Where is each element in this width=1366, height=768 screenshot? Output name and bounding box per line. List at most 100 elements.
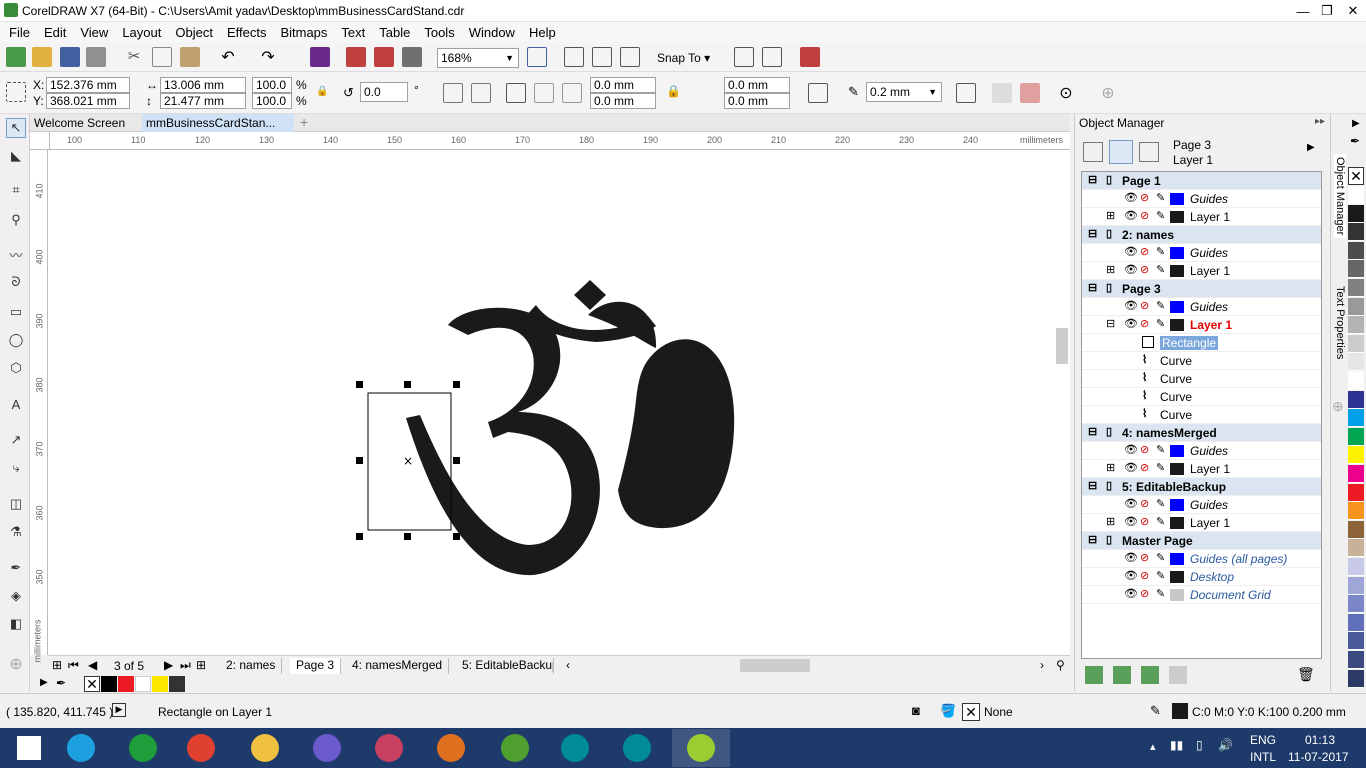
palette-swatch[interactable]: [1348, 465, 1364, 483]
palette-swatch[interactable]: [1348, 223, 1364, 242]
editable-pencil-icon[interactable]: ✎: [1156, 551, 1165, 564]
taskbar-utorrent-icon[interactable]: [486, 729, 544, 767]
printable-icon[interactable]: ⊘: [1140, 245, 1149, 258]
palette-swatch[interactable]: [1348, 372, 1364, 390]
tree-layer-row[interactable]: 👁 ⊘ ✎ Document Grid: [1082, 586, 1321, 604]
move-to-layer-icon[interactable]: [1169, 666, 1187, 684]
ellipse-tool-icon[interactable]: ◯: [6, 330, 26, 350]
doc-swatch-dark-gray[interactable]: [169, 676, 185, 692]
printable-icon[interactable]: ⊘: [1140, 317, 1149, 330]
layer-color-swatch[interactable]: [1170, 445, 1184, 457]
selection-handle[interactable]: [356, 381, 363, 388]
layer-color-swatch[interactable]: [1170, 319, 1184, 331]
battery-icon[interactable]: ▯: [1196, 738, 1203, 752]
page-tab-page-3[interactable]: Page 3: [290, 658, 342, 674]
object-origin-icon[interactable]: [6, 82, 26, 102]
palette-swatch[interactable]: [1348, 427, 1364, 446]
editable-pencil-icon[interactable]: ✎: [1156, 191, 1165, 204]
cut-icon[interactable]: ✂: [124, 47, 144, 67]
tree-page-row[interactable]: ⊟ ▯ 4: namesMerged: [1082, 424, 1321, 442]
selection-handle[interactable]: [404, 381, 411, 388]
tree-layer-row[interactable]: 👁 ⊘ ✎ Desktop: [1082, 568, 1321, 586]
collapse-icon[interactable]: ⊟: [1088, 533, 1097, 546]
eyedropper-tool-icon[interactable]: ✒: [6, 558, 26, 578]
doc-swatch-black[interactable]: [101, 676, 117, 692]
last-page-icon[interactable]: ⏭: [180, 658, 191, 673]
selection-handle[interactable]: [453, 381, 460, 388]
taskbar-store-icon[interactable]: [114, 729, 172, 767]
panel-expand-icon[interactable]: ▸▸: [1315, 116, 1325, 127]
visibility-eye-icon[interactable]: 👁: [1124, 587, 1138, 600]
tree-page-row[interactable]: ⊟ ▯ Page 3: [1082, 280, 1321, 298]
palette-swatch[interactable]: [1348, 669, 1364, 688]
palette-swatch[interactable]: [1348, 632, 1364, 651]
copy-icon[interactable]: [152, 47, 172, 67]
redo-icon[interactable]: ↷: [258, 47, 278, 67]
outline-width-select[interactable]: 0.2 mm ▼: [866, 82, 942, 102]
show-object-properties-icon[interactable]: [1083, 142, 1103, 162]
visibility-eye-icon[interactable]: 👁: [1124, 443, 1138, 456]
tree-object-row[interactable]: Rectangle: [1082, 334, 1321, 352]
tree-object-row[interactable]: ⌇ Curve: [1082, 406, 1321, 424]
snap-to-dropdown[interactable]: Snap To ▾: [657, 51, 710, 65]
corner-radius-bottom-right[interactable]: 0.0 mm: [724, 93, 790, 109]
new-document-icon[interactable]: [6, 47, 26, 67]
edit-across-layers-icon[interactable]: [1109, 140, 1133, 164]
convert-to-curves-icon[interactable]: ⊙: [1056, 83, 1076, 103]
menu-file[interactable]: File: [9, 25, 30, 40]
tree-layer-row[interactable]: 👁 ⊘ ✎ Guides: [1082, 298, 1321, 316]
application-launcher-icon[interactable]: [762, 47, 782, 67]
tree-page-row[interactable]: ⊟ ▯ 2: names: [1082, 226, 1321, 244]
visibility-eye-icon[interactable]: 👁: [1124, 551, 1138, 564]
zoom-level-select[interactable]: 168% ▼: [437, 48, 519, 68]
eyedropper-icon[interactable]: ✒: [56, 676, 66, 690]
page-tab-editable-backup[interactable]: 5: EditableBackup: [456, 658, 554, 674]
smart-fill-tool-icon[interactable]: ◧: [6, 614, 26, 634]
tree-layer-row[interactable]: 👁 ⊘ ✎ Guides: [1082, 244, 1321, 262]
editable-pencil-icon[interactable]: ✎: [1156, 497, 1165, 510]
collapse-icon[interactable]: ⊟: [1088, 281, 1097, 294]
vertical-ruler[interactable]: 410 400 390 380 370 360 350 millimeters: [30, 150, 48, 663]
menu-effects[interactable]: Effects: [227, 25, 267, 40]
layer-color-swatch[interactable]: [1170, 589, 1184, 601]
show-rulers-icon[interactable]: [564, 47, 584, 67]
visibility-eye-icon[interactable]: 👁: [1124, 245, 1138, 258]
new-master-layer-all-pages-icon[interactable]: [1141, 666, 1159, 684]
new-master-layer-icon[interactable]: [1113, 666, 1131, 684]
printable-icon[interactable]: ⊘: [1140, 443, 1149, 456]
lock-corners-icon[interactable]: 🔒: [666, 84, 681, 98]
visibility-eye-icon[interactable]: 👁: [1124, 263, 1138, 276]
zoom-icon[interactable]: ⚲: [1056, 658, 1065, 672]
expand-icon[interactable]: ⊟: [1106, 317, 1115, 330]
collapse-icon[interactable]: ⊟: [1088, 227, 1097, 240]
toolbar-options-icon[interactable]: [800, 47, 820, 67]
printable-icon[interactable]: ⊘: [1140, 191, 1149, 204]
menu-tools[interactable]: Tools: [424, 25, 454, 40]
pick-tool-icon[interactable]: ↖: [6, 118, 26, 138]
taskbar-arduino2-icon[interactable]: [608, 729, 666, 767]
show-guidelines-icon[interactable]: [620, 47, 640, 67]
first-page-icon[interactable]: ⏮: [68, 658, 79, 673]
tree-object-row[interactable]: ⌇ Curve: [1082, 370, 1321, 388]
delete-icon[interactable]: 🗑: [1297, 666, 1315, 683]
round-corner-icon[interactable]: [506, 83, 526, 103]
tree-object-row[interactable]: ⌇ Curve: [1082, 352, 1321, 370]
menu-layout[interactable]: Layout: [122, 25, 161, 40]
tree-layer-row[interactable]: 👁 ⊘ ✎ Guides: [1082, 190, 1321, 208]
freehand-tool-icon[interactable]: 〰: [6, 244, 26, 264]
connector-tool-icon[interactable]: ⤷: [6, 458, 26, 478]
palette-swatch[interactable]: [1348, 613, 1364, 632]
open-icon[interactable]: [32, 47, 52, 67]
mirror-horizontal-icon[interactable]: [443, 83, 463, 103]
layer-color-swatch[interactable]: [1170, 211, 1184, 223]
taskbar-app6-icon[interactable]: [298, 729, 356, 767]
menu-text[interactable]: Text: [341, 25, 365, 40]
editable-pencil-icon[interactable]: ✎: [1156, 299, 1165, 312]
collapse-icon[interactable]: ⊟: [1088, 173, 1097, 186]
tab-welcome-screen[interactable]: Welcome Screen: [30, 114, 142, 132]
horizontal-ruler[interactable]: 100 110 120 130 140 150 160 170 180 190 …: [50, 132, 1070, 150]
layer-color-swatch[interactable]: [1170, 247, 1184, 259]
taskbar-firefox-icon[interactable]: [422, 729, 480, 767]
menu-window[interactable]: Window: [469, 25, 515, 40]
visibility-eye-icon[interactable]: 👁: [1124, 515, 1138, 528]
